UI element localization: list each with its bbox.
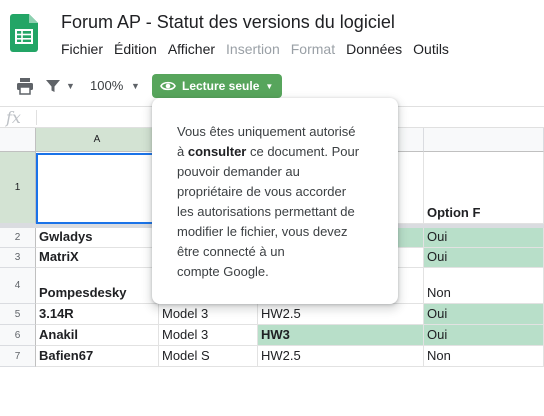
cell-b7[interactable]: Model S: [159, 346, 258, 367]
formula-divider: [36, 110, 37, 125]
print-icon[interactable]: [16, 77, 34, 95]
row-header-1[interactable]: 1: [0, 152, 36, 224]
cell-a4[interactable]: Pompesdesky: [36, 268, 159, 304]
cell-b6[interactable]: Model 3: [159, 325, 258, 346]
cell-c5[interactable]: HW2.5: [258, 304, 424, 325]
readonly-button[interactable]: Lecture seule ▼: [152, 74, 282, 98]
menu-bar: Fichier Édition Afficher Insertion Forma…: [61, 41, 460, 57]
cell-c7[interactable]: HW2.5: [258, 346, 424, 367]
cell-a5[interactable]: 3.14R: [36, 304, 159, 325]
menu-donnees[interactable]: Données: [346, 41, 402, 57]
row-header-5[interactable]: 5: [0, 304, 36, 325]
menu-afficher[interactable]: Afficher: [168, 41, 215, 57]
popup-line-8: compte Google.: [177, 264, 269, 279]
zoom-dropdown-icon[interactable]: ▼: [131, 81, 140, 91]
cell-a3[interactable]: MatriX: [36, 248, 159, 268]
menu-format: Format: [290, 41, 336, 57]
zoom-select[interactable]: 100%: [90, 78, 123, 93]
filter-icon[interactable]: [45, 78, 61, 94]
readonly-info-popup: Vous êtes uniquement autorisé à consulte…: [152, 98, 398, 304]
popup-line-6: modifier le fichier, vous devez: [177, 224, 348, 239]
cell-a6[interactable]: Anakil: [36, 325, 159, 346]
cell-d1[interactable]: Option F: [424, 152, 544, 224]
cell-d4[interactable]: Non: [424, 268, 544, 304]
chevron-down-icon: ▼: [265, 81, 274, 91]
cell-a7[interactable]: Bafien67: [36, 346, 159, 367]
popup-line-1: Vous êtes uniquement autorisé: [177, 124, 356, 139]
column-header-a[interactable]: A: [36, 128, 159, 152]
row-header-2[interactable]: 2: [0, 228, 36, 248]
cell-d7[interactable]: Non: [424, 346, 544, 367]
cell-b5[interactable]: Model 3: [159, 304, 258, 325]
popup-line-2-post: ce document. Pour: [246, 144, 360, 159]
row-header-3[interactable]: 3: [0, 248, 36, 268]
cell-d5[interactable]: Oui: [424, 304, 544, 325]
select-all-corner[interactable]: [0, 128, 36, 152]
menu-insertion: Insertion: [226, 41, 280, 57]
document-title[interactable]: Forum AP - Statut des versions du logici…: [61, 12, 395, 33]
cell-c6[interactable]: HW3: [258, 325, 424, 346]
cell-a2[interactable]: Gwladys: [36, 228, 159, 248]
fx-icon: fx: [6, 108, 21, 127]
menu-edition[interactable]: Édition: [114, 41, 157, 57]
menu-outils[interactable]: Outils: [413, 41, 449, 57]
readonly-label: Lecture seule: [182, 79, 260, 93]
column-header-d[interactable]: [424, 128, 544, 152]
cell-d6[interactable]: Oui: [424, 325, 544, 346]
row-header-7[interactable]: 7: [0, 346, 36, 367]
popup-line-7: être connecté à un: [177, 244, 285, 259]
popup-line-3: pouvoir demander au: [177, 164, 300, 179]
active-cell-selection: [36, 153, 159, 224]
menu-fichier[interactable]: Fichier: [61, 41, 103, 57]
popup-line-4: propriétaire de vous accorder: [177, 184, 347, 199]
popup-line-2-bold: consulter: [187, 144, 247, 159]
popup-line-2: à consulter ce document. Pour: [177, 142, 388, 162]
popup-line-2-pre: à: [177, 144, 188, 159]
popup-line-5: les autorisations permettant de: [177, 204, 355, 219]
filter-dropdown-icon[interactable]: ▼: [66, 81, 75, 91]
cell-d2[interactable]: Oui: [424, 228, 544, 248]
cell-d3[interactable]: Oui: [424, 248, 544, 268]
row-header-6[interactable]: 6: [0, 325, 36, 346]
row-header-4[interactable]: 4: [0, 268, 36, 304]
eye-icon: [160, 81, 176, 91]
google-sheets-logo[interactable]: [10, 14, 38, 52]
